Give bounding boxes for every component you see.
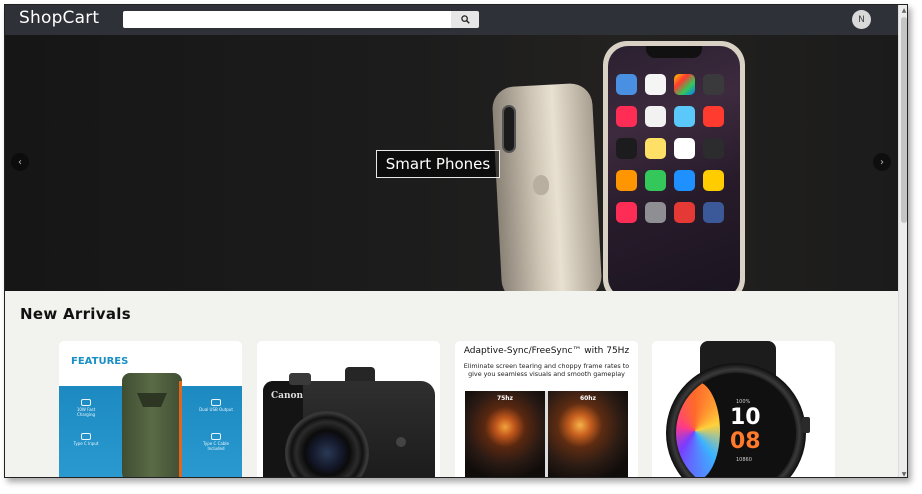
features-title: FEATURES xyxy=(71,356,129,367)
hero-carousel: Smart Phones ‹ › xyxy=(5,35,898,291)
scroll-thumb[interactable] xyxy=(901,17,907,223)
avatar[interactable]: N xyxy=(852,10,871,29)
slide-caption[interactable]: Smart Phones xyxy=(376,150,500,178)
camera-brand-text: Canon xyxy=(271,391,304,401)
app-icon xyxy=(616,106,637,127)
watch-minutes: 08 xyxy=(730,429,761,454)
browser-viewport: ShopCart N Smart Phones ‹ › New Arrivals… xyxy=(4,4,908,478)
app-icon xyxy=(703,106,724,127)
app-icon xyxy=(616,138,637,159)
app-icon xyxy=(645,202,666,223)
power-bank-stripe xyxy=(179,381,182,477)
watch-hours: 10 xyxy=(730,405,761,430)
product-card[interactable]: Canon xyxy=(257,341,440,477)
scroll-down-icon[interactable]: ▼ xyxy=(899,469,907,478)
ad-subtitle: Eliminate screen tearing and choppy fram… xyxy=(463,362,630,378)
navbar: ShopCart N xyxy=(5,5,898,35)
app-icon xyxy=(674,170,695,191)
feature-item: Dual USB Output xyxy=(199,399,233,413)
search-input[interactable] xyxy=(123,11,451,28)
chevron-right-icon[interactable]: › xyxy=(873,153,891,171)
monitor-comparison-image: 75hz 60hz xyxy=(465,391,628,477)
camera-button xyxy=(396,437,406,447)
vertical-scrollbar[interactable]: ▲ ▼ xyxy=(898,5,907,478)
app-icon xyxy=(703,202,724,223)
charging-icon xyxy=(81,399,91,406)
camera-dial xyxy=(289,373,311,385)
camera-bump xyxy=(502,105,516,153)
scroll-up-icon[interactable]: ▲ xyxy=(899,5,907,15)
app-icon xyxy=(645,74,666,95)
app-icon xyxy=(616,202,637,223)
app-icon xyxy=(674,106,695,127)
feature-item: Type C Cable Included xyxy=(199,433,233,452)
product-card[interactable]: FEATURES 10W Fast Charging Dual USB Outp… xyxy=(59,341,242,477)
app-icon xyxy=(703,138,724,159)
app-icon xyxy=(616,74,637,95)
app-icon xyxy=(674,202,695,223)
usb-icon xyxy=(211,399,221,406)
app-icon xyxy=(645,106,666,127)
phone-screen xyxy=(608,46,740,291)
app-icon xyxy=(616,170,637,191)
type-c-icon xyxy=(81,433,91,440)
watch-crown xyxy=(802,417,810,433)
product-card[interactable]: 100% 10 08 10860 xyxy=(652,341,835,477)
section-title-new-arrivals: New Arrivals xyxy=(20,305,131,323)
app-icon xyxy=(674,74,695,95)
search-icon xyxy=(460,15,470,24)
app-icon xyxy=(674,138,695,159)
comparison-left xyxy=(465,391,545,477)
chevron-left-icon[interactable]: ‹ xyxy=(11,153,29,171)
ad-title: Adaptive-Sync/FreeSync™ with 75Hz xyxy=(463,346,630,356)
app-icon-grid xyxy=(616,74,732,223)
search-button[interactable] xyxy=(451,11,479,28)
brand-logo[interactable]: ShopCart xyxy=(19,8,99,28)
product-card[interactable]: Adaptive-Sync/FreeSync™ with 75Hz Elimin… xyxy=(455,341,638,477)
app-icon xyxy=(645,170,666,191)
cable-icon xyxy=(211,433,221,440)
app-icon xyxy=(703,74,724,95)
phone-notch xyxy=(646,46,702,58)
comparison-right xyxy=(548,391,628,477)
feature-item: Type C Input xyxy=(69,433,103,447)
phone-front-image xyxy=(603,41,745,291)
app-icon xyxy=(703,170,724,191)
apple-logo-icon xyxy=(533,175,549,195)
label-75hz: 75hz xyxy=(496,395,514,402)
power-bank-image xyxy=(122,373,182,477)
watch-swirl xyxy=(676,381,720,477)
feature-item: 10W Fast Charging xyxy=(69,399,103,418)
label-60hz: 60hz xyxy=(579,395,597,402)
watch-steps: 10860 xyxy=(736,457,752,463)
app-icon xyxy=(645,138,666,159)
